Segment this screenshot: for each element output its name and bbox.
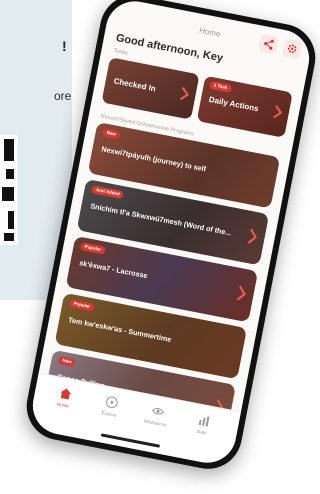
background-text-fragment: ! (62, 38, 67, 54)
program-badge: Just Added (90, 185, 125, 200)
chevron-right-icon (273, 105, 283, 119)
home-icon (59, 388, 71, 400)
tab-meditations[interactable]: Meditations (135, 401, 178, 429)
program-title: Nexwi7tpáyulh (journey) to self (100, 144, 207, 174)
program-title: Tem kw'eskw'as - Summertime (67, 315, 173, 344)
tab-label: Home (56, 401, 70, 409)
chevron-right-icon (179, 86, 190, 101)
checked-in-label: Checked In (112, 76, 157, 94)
chevron-right-icon (247, 228, 257, 244)
share-icon (264, 39, 274, 50)
program-badge: Popular (79, 242, 106, 255)
task-badge: 1 Task (209, 80, 232, 93)
program-title: sk'éxwa7 - Lacrosse (78, 258, 149, 281)
tab-label: Explore (101, 410, 118, 418)
greeting-heading: Good afternoon, Key (114, 32, 224, 65)
share-button[interactable] (258, 33, 280, 55)
home-indicator (100, 433, 161, 448)
tab-home[interactable]: Home (43, 383, 86, 411)
program-badge: Popular (68, 299, 95, 312)
section-label-today: Today (112, 47, 129, 57)
chart-icon (198, 416, 209, 427)
tab-label: Stats (195, 428, 207, 436)
header-actions (258, 33, 303, 60)
chevron-right-icon (236, 285, 246, 301)
qr-code-fragment (0, 135, 18, 245)
program-badge: New (102, 128, 121, 140)
daily-actions-label: Daily Actions (208, 94, 260, 114)
background-text-fragment: ore (54, 89, 72, 103)
settings-button[interactable] (281, 38, 303, 60)
program-badge: New (57, 355, 77, 368)
tab-explore[interactable]: Explore (89, 392, 132, 420)
compass-icon (105, 396, 118, 409)
checked-in-card[interactable]: Checked In (101, 57, 200, 120)
tab-stats[interactable]: Stats (181, 410, 224, 438)
eye-icon (151, 407, 164, 415)
tab-label: Meditations (143, 418, 168, 428)
daily-actions-card[interactable]: 1 Task Daily Actions (196, 75, 293, 138)
program-title: Snichim tl'a Skwxwú7mesh (Word of the... (89, 201, 233, 238)
gear-icon (287, 44, 297, 53)
